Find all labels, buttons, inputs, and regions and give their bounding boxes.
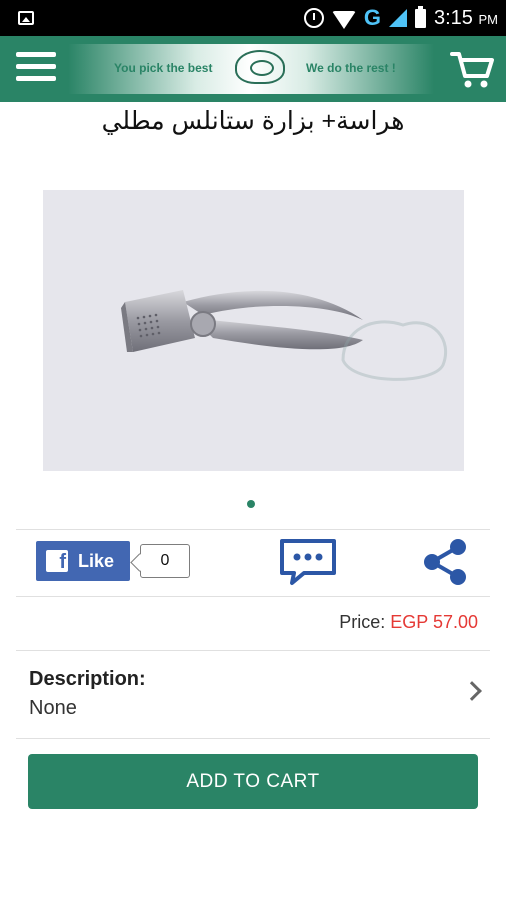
wifi-icon	[331, 11, 356, 29]
battery-icon	[415, 5, 426, 28]
signal-icon	[389, 9, 407, 27]
status-clock: 3:15 PM	[434, 6, 498, 29]
divider	[16, 596, 490, 597]
divider	[16, 650, 490, 651]
cart-icon[interactable]	[450, 50, 494, 90]
status-bar-right: G 3:15 PM	[303, 0, 498, 36]
product-image[interactable]	[43, 190, 464, 471]
carousel-indicator[interactable]	[247, 500, 255, 508]
menu-icon[interactable]	[16, 52, 56, 86]
store-logo	[235, 50, 285, 84]
like-count: 0	[140, 544, 190, 578]
divider	[16, 738, 490, 739]
status-bar: G 3:15 PM	[0, 0, 506, 36]
alarm-icon	[303, 8, 324, 28]
store-banner: You pick the best We do the rest !	[68, 44, 434, 94]
facebook-like-button[interactable]: f Like	[36, 541, 130, 581]
product-price: Price: EGP 57.00	[339, 612, 478, 633]
description-label: Description:	[29, 668, 146, 690]
product-title: هراسة+ بزارة ستانلس مطلي	[101, 107, 405, 135]
app-bar: You pick the best We do the rest !	[0, 36, 506, 102]
price-value: EGP 57.00	[390, 612, 478, 632]
gallery-notification-icon	[18, 11, 34, 25]
add-to-cart-button[interactable]: ADD TO CART	[28, 754, 478, 809]
description-row[interactable]: Description: None	[29, 668, 482, 728]
like-label: Like	[78, 550, 115, 571]
comment-icon[interactable]	[278, 537, 338, 587]
price-label: Price:	[339, 612, 391, 632]
divider	[16, 529, 490, 530]
banner-tagline-right: We do the rest !	[306, 61, 396, 75]
facebook-icon: f	[46, 550, 68, 573]
share-icon[interactable]	[420, 537, 470, 587]
banner-tagline-left: You pick the best	[114, 61, 213, 75]
description-value: None	[29, 697, 77, 719]
network-type: G	[363, 5, 381, 30]
